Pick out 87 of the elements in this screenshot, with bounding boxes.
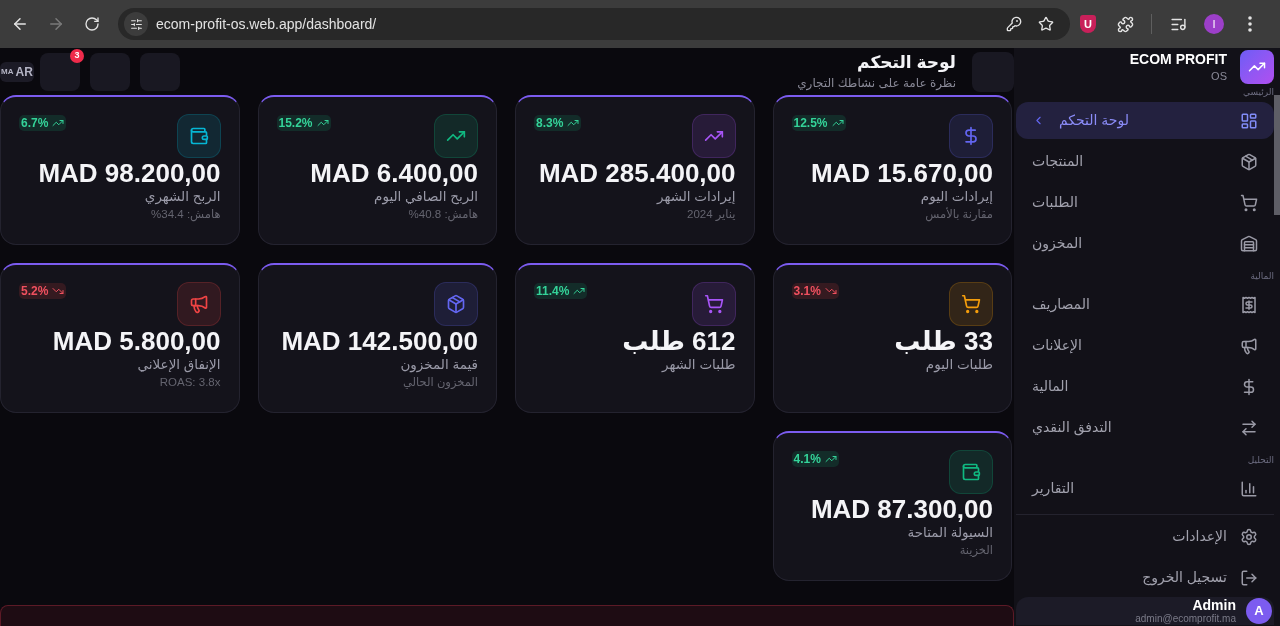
nav-item[interactable]: التقارير [1016, 470, 1274, 507]
logout-icon [1240, 568, 1258, 587]
trend-up-icon [831, 117, 844, 129]
footer-link[interactable]: الإعدادات [1016, 518, 1274, 555]
dashboard-icon [1240, 111, 1258, 130]
nav-item[interactable]: المصاريف [1016, 286, 1274, 323]
change-percent: 5.2% [21, 285, 49, 297]
site-settings-button[interactable] [124, 12, 148, 36]
stat-note: هامش: 40.8% [407, 207, 478, 222]
stat-value: MAD 87.300,00 [809, 495, 993, 524]
stat-label: الإنفاق الإعلاني [136, 356, 221, 374]
arrows-icon [1240, 418, 1258, 437]
trend-up-icon [316, 117, 329, 129]
stat-label: السيولة المتاحة [906, 524, 993, 542]
reload-icon [84, 16, 100, 32]
nav-item[interactable]: المنتجات [1016, 143, 1274, 180]
trend-up-icon [567, 117, 580, 129]
change-percent: 8.3% [536, 117, 564, 129]
stat-label: إيرادات الشهر [655, 188, 736, 206]
scrollbar-thumb[interactable] [1274, 95, 1280, 215]
user-name: Admin [1192, 597, 1236, 613]
change-percent: 6.7% [21, 117, 49, 129]
page-subtitle: نظرة عامة على نشاطك التجاري [797, 74, 956, 91]
sliders-icon [129, 17, 143, 31]
stat-value: MAD 98.200,00 [37, 159, 221, 188]
section-label: التحليل [1247, 454, 1274, 467]
trend-down-icon [52, 285, 65, 297]
nav-item[interactable]: المالية [1016, 368, 1274, 405]
megaphone-icon [1240, 336, 1258, 355]
box-icon [1240, 152, 1258, 171]
puzzle-icon [1116, 15, 1134, 33]
stat-note: ROAS: 3.8x [158, 375, 221, 390]
extension-button[interactable]: U [1080, 15, 1096, 33]
change-percent: 3.1% [793, 285, 821, 297]
stat-note: المخزون الحالي [401, 375, 478, 390]
nav-item[interactable]: المخزون [1016, 225, 1274, 262]
brand-subtitle: OS [1211, 70, 1227, 82]
change-percent: 15.2% [278, 117, 313, 129]
notification-badge: 3 [70, 48, 84, 63]
stat-value: MAD 285.400,00 [537, 159, 736, 188]
stat-value: MAD 15.670,00 [809, 159, 993, 188]
stat-value: 33 طلب [893, 327, 993, 356]
stat-value: 612 طلب [621, 327, 736, 356]
nav-item[interactable]: الطلبات [1016, 184, 1274, 221]
trend-up-icon [52, 117, 65, 129]
address-bar[interactable]: ecom-profit-os.web.app/dashboard/ [118, 8, 1070, 40]
nav-item[interactable]: التدفق النقدي [1016, 409, 1274, 446]
stat-label: إيرادات اليوم [919, 188, 993, 206]
bar-chart-icon [1240, 479, 1258, 498]
settings-icon [1240, 527, 1258, 546]
trend-up-icon [573, 285, 586, 297]
url-text[interactable]: ecom-profit-os.web.app/dashboard/ [156, 13, 377, 35]
section-label: المالية [1250, 270, 1274, 283]
user-avatar[interactable]: A [1246, 598, 1272, 624]
cart-icon [1240, 193, 1258, 212]
star-icon[interactable] [1038, 16, 1054, 32]
trend-down-icon [824, 285, 837, 297]
stat-value: MAD 142.500,00 [280, 327, 478, 356]
change-percent: 4.1% [793, 453, 821, 465]
brand-name: ECOM PROFIT [1129, 51, 1227, 68]
nav-item[interactable]: لوحة التحكم [1016, 102, 1274, 139]
kebab-menu-icon [1248, 16, 1252, 32]
change-percent: 11.4% [536, 285, 570, 297]
nav-item[interactable]: الإعلانات [1016, 327, 1274, 364]
stat-value: MAD 6.400,00 [309, 159, 478, 188]
stat-note: الخزينة [958, 543, 993, 558]
stat-label: طلبات اليوم [924, 356, 993, 374]
profile-button[interactable]: I [1204, 14, 1224, 34]
arrow-right-icon [47, 15, 65, 33]
stat-label: الربح الصافي اليوم [373, 188, 478, 206]
key-icon[interactable] [1006, 16, 1022, 32]
section-label: الرئيسي [1243, 86, 1274, 98]
stat-note: يناير 2024 [686, 207, 736, 222]
warehouse-icon [1240, 234, 1258, 253]
stat-label: الربح الشهري [143, 188, 221, 206]
stat-note: هامش: 34.4% [150, 207, 221, 222]
user-email: admin@ecomprofit.ma [1135, 612, 1236, 625]
change-percent: 12.5% [793, 117, 828, 129]
stat-label: قيمة المخزون [399, 356, 478, 374]
stat-note: مقارنة بالأمس [924, 206, 993, 222]
footer-link[interactable]: تسجيل الخروج [1016, 559, 1274, 596]
page-title: لوحة التحكم [856, 52, 956, 73]
trend-up-icon [824, 453, 837, 465]
stat-label: طلبات الشهر [660, 356, 736, 374]
receipt-icon [1240, 295, 1258, 314]
square-button[interactable] [40, 52, 80, 91]
stat-value: MAD 5.800,00 [51, 327, 221, 356]
